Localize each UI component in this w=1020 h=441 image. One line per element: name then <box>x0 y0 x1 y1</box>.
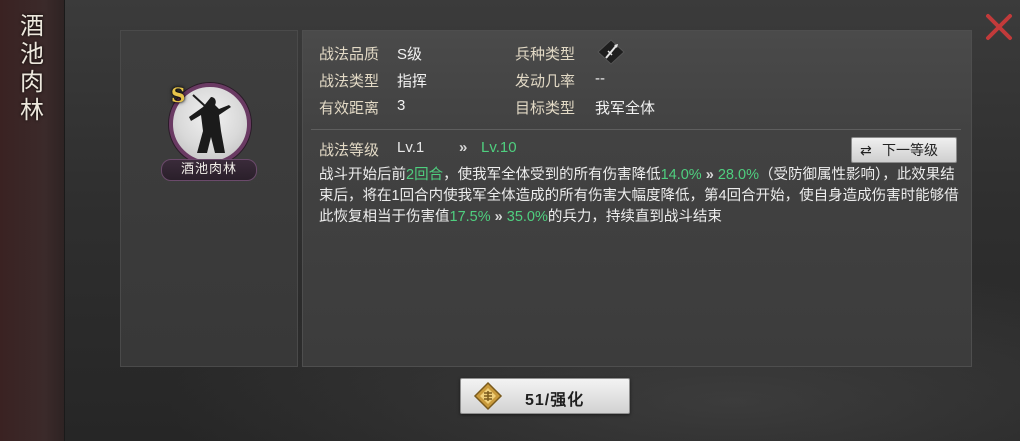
tactic-portrait-panel: S 酒池肉林 <box>120 30 298 367</box>
upgrade-button-label: 51/强化 <box>525 392 585 409</box>
trigger-rate-value: -- <box>595 70 605 87</box>
close-icon[interactable] <box>984 12 1014 42</box>
target-label: 目标类型 <box>515 100 576 117</box>
range-label: 有效距离 <box>319 100 380 117</box>
tactic-name-plate: 酒池肉林 <box>161 159 257 181</box>
tactic-detail-window: 酒 池 肉 林 S 酒池肉林 战法品质 S级 兵种类型 战法类型 指挥 发动几率… <box>0 0 1020 441</box>
tactic-type-label: 战法类型 <box>319 73 380 90</box>
tactic-type-value: 指挥 <box>397 73 428 90</box>
quality-label: 战法品质 <box>319 46 380 63</box>
level-row: 战法等级 Lv.1 » Lv.10 ⇄ 下一等级 <box>319 137 959 163</box>
upgrade-button[interactable]: 51/强化 <box>460 378 630 414</box>
attribute-row: 战法类型 指挥 发动几率 -- <box>319 70 959 97</box>
desc-arrow: » <box>705 167 714 183</box>
desc-value-next: 35.0% <box>506 209 548 225</box>
next-level-button[interactable]: ⇄ 下一等级 <box>851 137 957 163</box>
attribute-row: 有效距离 3 目标类型 我军全体 <box>319 97 959 124</box>
tactic-info-panel: 战法品质 S级 兵种类型 战法类型 指挥 发动几率 -- 有效距离 3 目标类型… <box>302 30 972 367</box>
title-char: 林 <box>20 96 46 124</box>
title-char: 酒 <box>20 12 46 40</box>
desc-rounds: 2回合 <box>406 167 444 183</box>
target-value: 我军全体 <box>595 100 656 117</box>
tactic-attributes: 战法品质 S级 兵种类型 战法类型 指挥 发动几率 -- 有效距离 3 目标类型… <box>319 39 959 124</box>
trigger-rate-label: 发动几率 <box>515 73 576 90</box>
title-char: 池 <box>20 40 46 68</box>
troop-type-label: 兵种类型 <box>515 46 576 63</box>
swap-icon: ⇄ <box>860 142 872 158</box>
tactic-description: 战斗开始后前2回合，使我军全体受到的所有伤害降低14.0% » 28.0%（受防… <box>319 165 959 228</box>
desc-value-next: 28.0% <box>717 167 759 183</box>
tactic-title-vertical: 酒 池 肉 林 <box>18 12 48 124</box>
desc-text: 的兵力，持续直到战斗结束 <box>547 209 722 225</box>
desc-text: 战斗开始后前 <box>319 167 406 183</box>
title-char: 肉 <box>20 68 46 96</box>
level-arrow: » <box>459 139 468 156</box>
desc-text: ，使我军全体受到的所有伤害降低 <box>443 167 661 183</box>
spear-troop-icon <box>597 39 625 65</box>
grade-badge: S <box>171 83 186 107</box>
quality-value: S级 <box>397 46 423 63</box>
next-level-button-label: 下一等级 <box>882 142 938 158</box>
desc-arrow: » <box>494 209 503 225</box>
divider <box>311 129 961 130</box>
upgrade-gem-icon <box>473 381 503 411</box>
attribute-row: 战法品质 S级 兵种类型 <box>319 39 959 70</box>
range-value: 3 <box>397 97 406 114</box>
next-level: Lv.10 <box>481 139 517 156</box>
title-strip: 酒 池 肉 林 <box>0 0 65 441</box>
desc-value-current: 14.0% <box>660 167 702 183</box>
level-label: 战法等级 <box>319 142 380 159</box>
current-level: Lv.1 <box>397 139 425 156</box>
desc-value-current: 17.5% <box>449 209 491 225</box>
